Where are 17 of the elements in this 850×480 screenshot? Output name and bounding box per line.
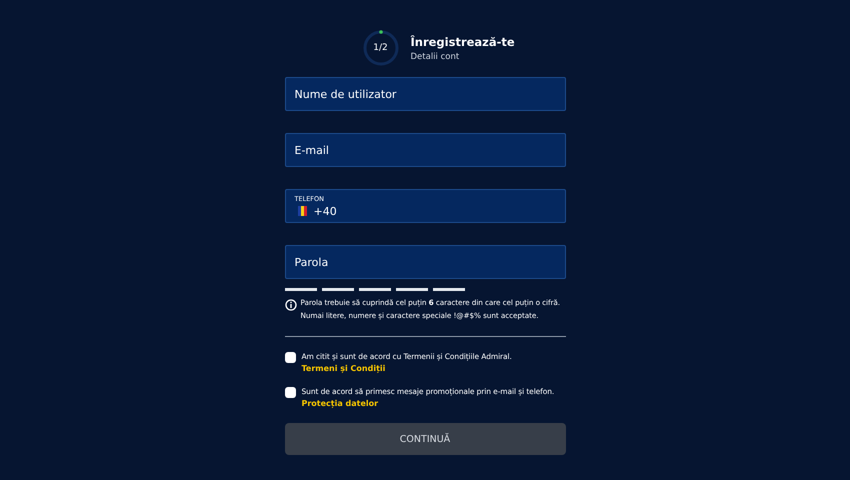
strength-segment [284,288,316,291]
page-title: Înregistrează-te [410,34,515,48]
consent-link[interactable]: Termeni și Condiții [302,364,512,373]
progress-ring: 1/2 [362,30,398,66]
strength-segment [322,288,354,291]
input-field[interactable]: Nume de utilizator [284,77,566,111]
strength-segment [358,288,390,291]
strength-segment [396,288,428,291]
checkbox[interactable] [284,387,296,398]
flag-icon [298,206,306,216]
consent-link[interactable]: Protecția datelor [302,399,554,408]
checkbox[interactable] [284,352,296,363]
input-field[interactable]: E-mail [284,133,566,167]
strength-segment [432,288,464,291]
info-icon [284,299,296,311]
input-field[interactable]: Parola [284,245,566,279]
page-subtitle: Detalii cont [410,52,460,62]
